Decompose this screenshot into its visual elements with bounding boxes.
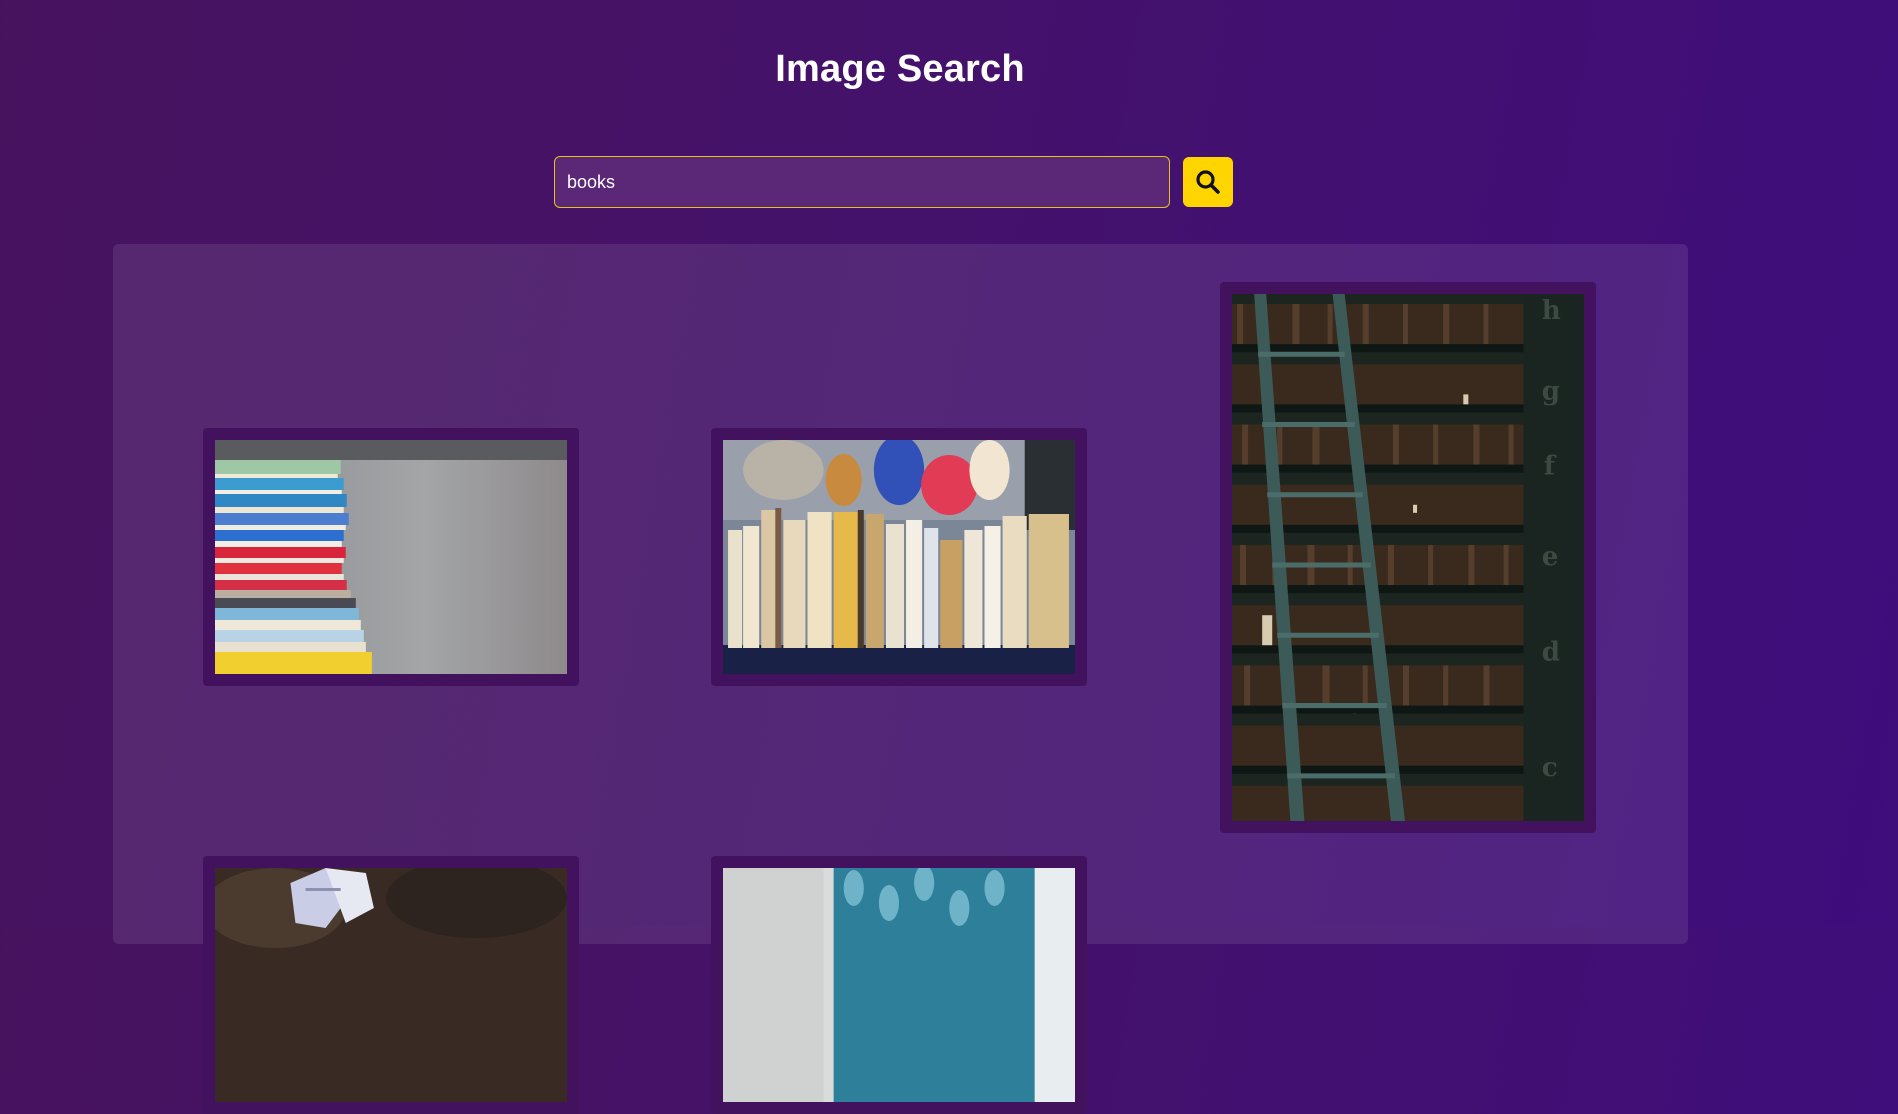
svg-text:g: g [1542,375,1560,406]
search-input[interactable] [554,156,1170,208]
result-image-open-book[interactable] [215,868,567,1102]
page-title: Image Search [775,48,1025,90]
result-image-library-ladder[interactable]: h g f e d c [1232,294,1584,821]
svg-text:f: f [1544,451,1557,482]
results-panel: h g f e d c [113,244,1688,1114]
result-image-card[interactable] [203,856,579,1114]
svg-text:e: e [1542,541,1559,572]
search-icon [1196,170,1220,194]
search-button[interactable] [1183,157,1233,207]
svg-text:c: c [1542,752,1558,783]
svg-text:h: h [1542,295,1561,326]
result-image-card[interactable]: h g f e d c [1220,282,1596,833]
result-image-card[interactable] [203,428,579,686]
result-image-window-curtain[interactable] [723,868,1075,1102]
result-image-book-row[interactable] [723,440,1075,674]
result-image-stacked-books[interactable] [215,440,567,674]
result-image-card[interactable] [711,428,1087,686]
result-image-card[interactable] [711,856,1087,1114]
svg-text:d: d [1542,636,1560,667]
